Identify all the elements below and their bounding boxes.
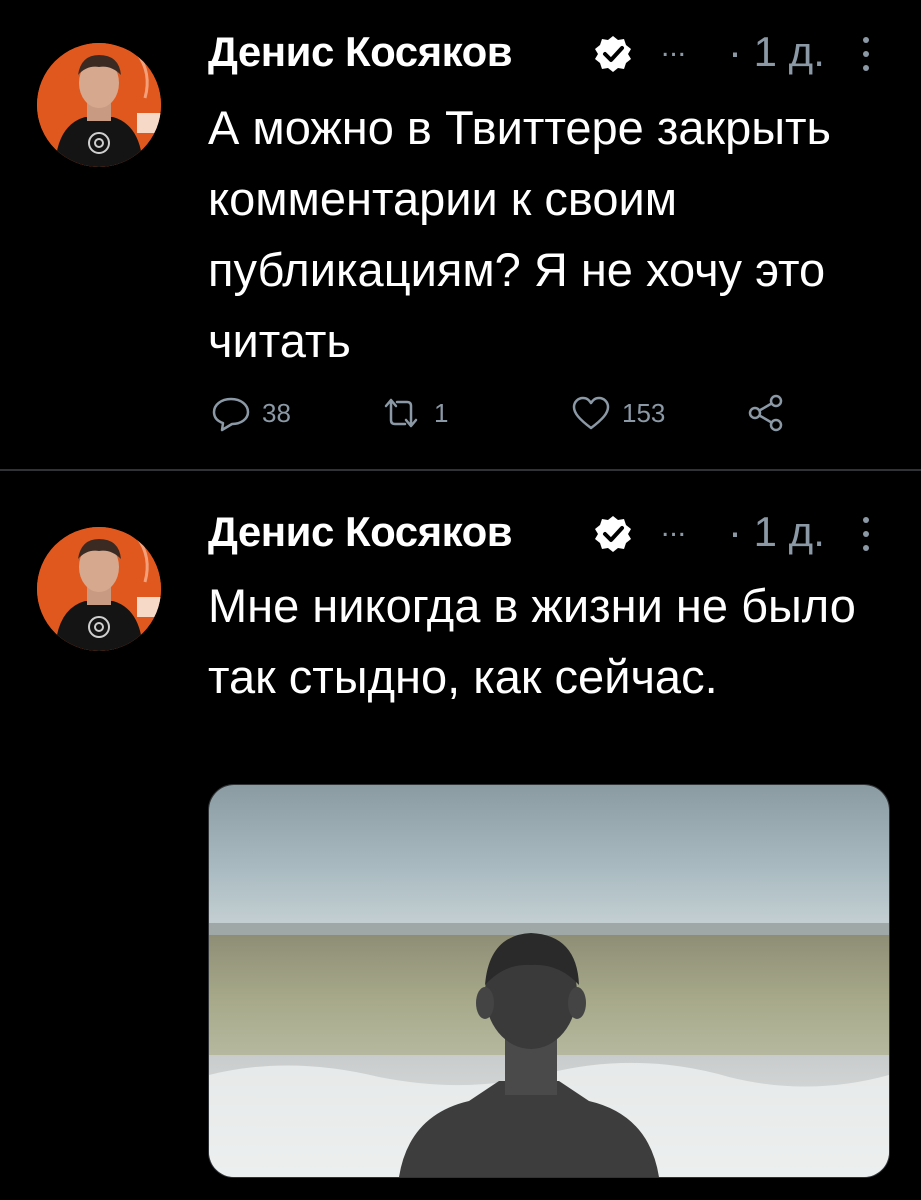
share-icon: [743, 390, 789, 436]
tweet-time[interactable]: · 1 д.: [728, 28, 825, 76]
verified-badge-icon: [593, 514, 633, 554]
tweet-2[interactable]: Денис Косяков ... · 1 д. Мне никогда в ж…: [0, 472, 921, 1200]
more-vertical-icon[interactable]: [860, 512, 872, 556]
reply-button[interactable]: 38: [208, 390, 291, 436]
tweet-time[interactable]: · 1 д.: [728, 508, 825, 556]
verified-badge-icon: [593, 34, 633, 74]
retweet-icon: [376, 390, 426, 436]
tweet-divider: [0, 469, 921, 471]
author-name[interactable]: Денис Косяков: [208, 508, 513, 556]
retweet-button[interactable]: 1: [376, 390, 448, 436]
avatar[interactable]: [37, 527, 161, 651]
share-button[interactable]: [743, 390, 789, 436]
more-vertical-icon[interactable]: [860, 32, 872, 76]
reply-icon: [208, 390, 254, 436]
reply-count: 38: [262, 397, 291, 428]
tweet-header: Денис Косяков ... · 1 д.: [208, 22, 898, 82]
author-name[interactable]: Денис Косяков: [208, 28, 513, 76]
tweet-header: Денис Косяков ... · 1 д.: [208, 502, 898, 562]
handle-ellipsis: ...: [661, 30, 687, 63]
like-icon: [568, 390, 614, 436]
handle-ellipsis: ...: [661, 510, 687, 543]
retweet-count: 1: [434, 397, 449, 428]
tweet-text: Мне никогда в жизни не было так стыдно, …: [208, 579, 856, 703]
like-count: 153: [622, 397, 666, 428]
tweet-text: А можно в Твиттере закрыть комментарии к…: [208, 101, 832, 367]
tweet-actions: 38 1 153: [208, 390, 808, 436]
like-button[interactable]: 153: [568, 390, 665, 436]
tweet-1[interactable]: Денис Косяков ... · 1 д. А можно в Твитт…: [0, 0, 921, 470]
tweet-media-photo[interactable]: [208, 784, 890, 1178]
avatar[interactable]: [37, 43, 161, 167]
